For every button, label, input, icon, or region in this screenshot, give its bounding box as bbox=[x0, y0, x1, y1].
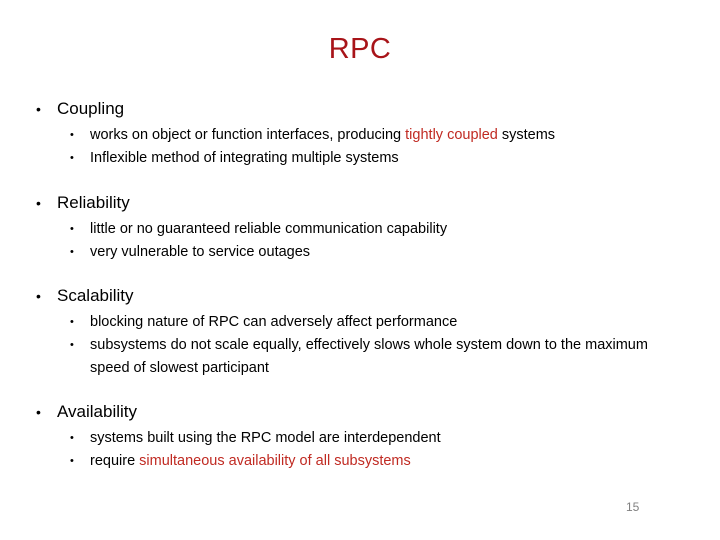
outline-sublist: • works on object or function interfaces,… bbox=[0, 124, 720, 170]
outline-sublist: • blocking nature of RPC can adversely af… bbox=[0, 311, 720, 380]
outline-level2-item[interactable]: • subsystems do not scale equally, effect… bbox=[0, 334, 720, 380]
outline-level1-label: Scalability bbox=[57, 286, 134, 305]
bullet-icon: • bbox=[70, 246, 74, 258]
highlighted-text: tightly coupled bbox=[405, 127, 498, 143]
outline-level2-item[interactable]: • works on object or function interfaces,… bbox=[0, 124, 720, 147]
bullet-icon: • bbox=[70, 316, 74, 328]
bullet-icon: • bbox=[70, 432, 74, 444]
outline-level1-label: Availability bbox=[57, 402, 138, 421]
page-title: RPC bbox=[328, 33, 392, 65]
outline-level2-label: require simultaneous availability of all… bbox=[90, 453, 411, 469]
outline-level2-label: systems built using the RPC model are in… bbox=[90, 430, 441, 446]
bullet-icon: • bbox=[70, 129, 74, 141]
plain-text: works on object or function interfaces, … bbox=[90, 127, 406, 143]
page-number: 15 bbox=[626, 500, 640, 514]
outline-level2-label: subsystems do not scale equally, effecti… bbox=[90, 337, 648, 376]
plain-text: very vulnerable to service outages bbox=[90, 244, 311, 260]
outline-level2-item[interactable]: • little or no guaranteed reliable commun… bbox=[0, 218, 720, 241]
outline-level1-label: Coupling bbox=[57, 99, 125, 118]
highlighted-text: simultaneous availability of all subsyst… bbox=[139, 453, 411, 469]
outline-level1-label: Reliability bbox=[57, 193, 130, 212]
outline-level2-item[interactable]: • require simultaneous availability of al… bbox=[0, 450, 720, 473]
outline-section: • Reliability • little or no guaranteed rel… bbox=[0, 190, 720, 281]
outline-sublist: • little or no guaranteed reliable commun… bbox=[0, 218, 720, 264]
bullet-icon: • bbox=[36, 195, 41, 211]
plain-text: systems built using the RPC model are in… bbox=[90, 430, 441, 446]
outline-level1-item[interactable]: • Reliability bbox=[0, 190, 720, 216]
plain-text: systems bbox=[497, 127, 556, 143]
plain-text: blocking nature of RPC can adversely aff… bbox=[90, 314, 458, 330]
outline-level2-item[interactable]: • blocking nature of RPC can adversely af… bbox=[0, 311, 720, 334]
outline-level1-item[interactable]: • Availability bbox=[0, 399, 720, 425]
bullet-icon: • bbox=[36, 288, 41, 304]
outline-section: • Scalability • blocking nature of RPC can … bbox=[0, 283, 720, 397]
outline-section: • Coupling • works on object or function in… bbox=[0, 96, 720, 188]
bullet-icon: • bbox=[70, 152, 74, 164]
outline-level1-item[interactable]: • Scalability bbox=[0, 283, 720, 309]
outline-level2-label: Inflexible method of integrating multipl… bbox=[90, 150, 399, 166]
bullet-icon: • bbox=[70, 339, 74, 351]
bullet-icon: • bbox=[36, 101, 41, 117]
plain-text: little or no guaranteed reliable communi… bbox=[90, 221, 448, 237]
plain-text: subsystems do not scale equally, effecti… bbox=[90, 337, 648, 376]
outline-level2-label: little or no guaranteed reliable communi… bbox=[90, 221, 447, 237]
outline-level2-item[interactable]: • very vulnerable to service outages bbox=[0, 241, 720, 264]
bullet-icon: • bbox=[36, 404, 41, 420]
plain-text: require bbox=[90, 453, 140, 469]
outline-level2-label: very vulnerable to service outages bbox=[90, 244, 310, 260]
slide-body: • Coupling • works on object or function in… bbox=[0, 96, 720, 475]
outline-section: • Availability • systems built using the RP… bbox=[0, 399, 720, 473]
outline-sublist: • systems built using the RPC model are i… bbox=[0, 427, 720, 473]
outline-level2-label: blocking nature of RPC can adversely aff… bbox=[90, 314, 457, 330]
outline-level2-item[interactable]: • systems built using the RPC model are i… bbox=[0, 427, 720, 450]
bullet-icon: • bbox=[70, 455, 74, 467]
bullet-icon: • bbox=[70, 223, 74, 235]
slide: RPC • Coupling • works on object or functio… bbox=[0, 0, 720, 540]
plain-text: Inflexible method of integrating multipl… bbox=[90, 150, 399, 166]
outline-level2-label: works on object or function interfaces, … bbox=[90, 127, 555, 143]
outline-level2-item[interactable]: • Inflexible method of integrating multip… bbox=[0, 147, 720, 170]
outline-level1-item[interactable]: • Coupling bbox=[0, 96, 720, 122]
